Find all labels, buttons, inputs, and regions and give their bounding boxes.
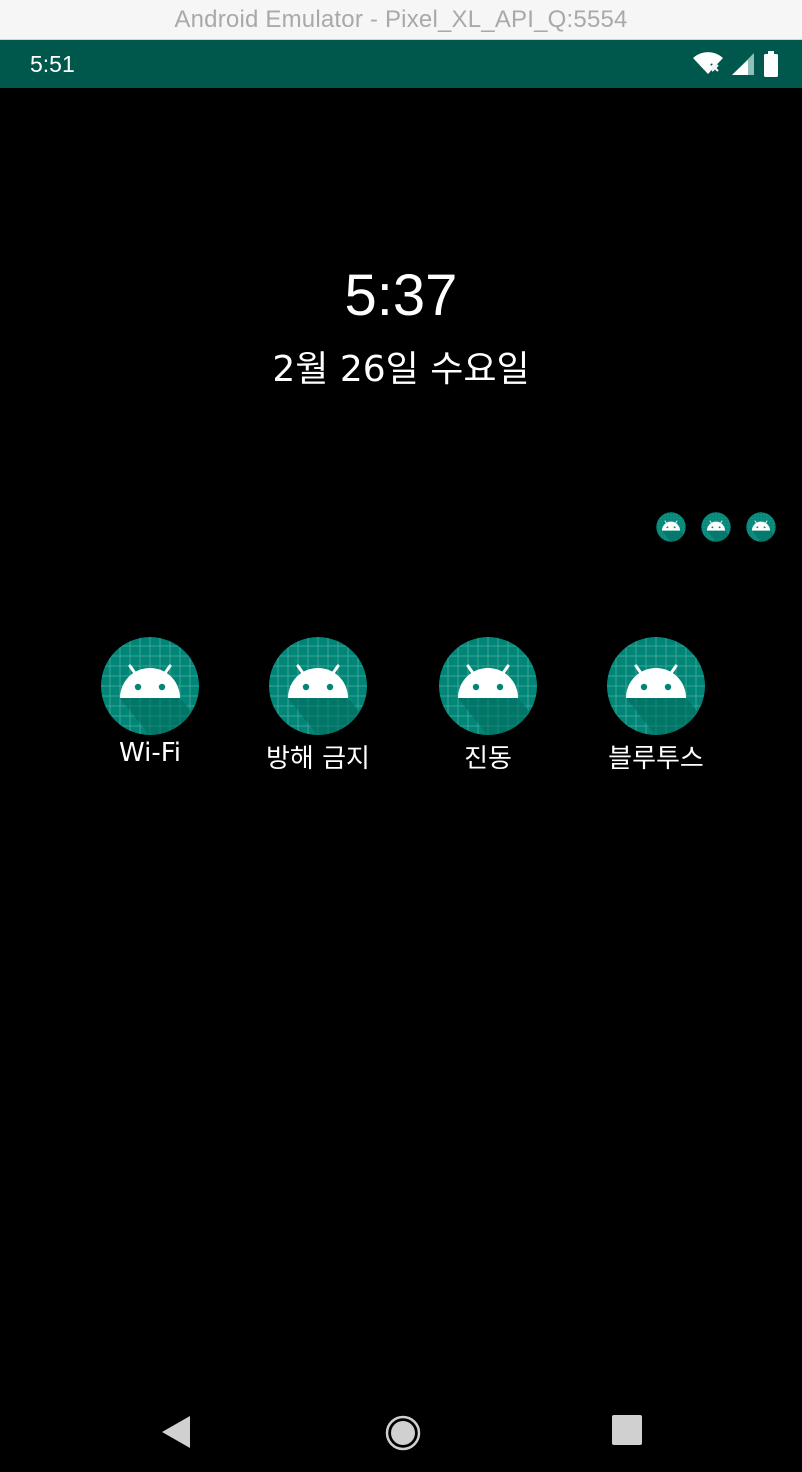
shortcut-do-not-disturb[interactable]: 방해 금지 [238, 636, 398, 775]
android-app-icon [656, 512, 686, 542]
android-app-icon[interactable] [606, 636, 706, 736]
navigation-bar [0, 1390, 802, 1472]
shortcut-label: 블루투스 [608, 744, 704, 774]
status-icons [692, 50, 780, 78]
android-app-icon [746, 512, 776, 542]
window-title: Android Emulator - Pixel_XL_API_Q:5554 [174, 5, 628, 33]
home-icon[interactable] [384, 1414, 422, 1452]
window-title-bar: Android Emulator - Pixel_XL_API_Q:5554 [0, 0, 802, 40]
android-app-icon [701, 512, 731, 542]
shortcut-label: Wi-Fi [118, 738, 182, 768]
android-app-icon[interactable] [100, 636, 200, 736]
status-time: 5:51 [30, 51, 75, 77]
notification-icons [656, 512, 776, 542]
cellular-signal-icon [732, 53, 754, 75]
recents-icon[interactable] [611, 1414, 643, 1446]
shortcut-bluetooth[interactable]: 블루투스 [576, 636, 736, 775]
back-icon[interactable] [160, 1414, 194, 1450]
shortcut-wifi[interactable]: Wi-Fi [70, 636, 230, 768]
shortcut-label: 방해 금지 [266, 744, 370, 774]
android-app-icon[interactable] [438, 636, 538, 736]
android-app-icon[interactable] [268, 636, 368, 736]
wifi-icon [693, 52, 723, 74]
lock-screen-clock: 5:37 [344, 263, 458, 328]
shortcut-label: 진동 [464, 744, 512, 774]
status-bar[interactable]: 5:51 [0, 40, 802, 88]
shortcut-row: Wi-Fi 방해 금지 진동 블루투스 [0, 636, 802, 776]
battery-icon [764, 51, 778, 77]
shortcut-vibrate[interactable]: 진동 [408, 636, 568, 775]
lock-screen-date: 2월 26일 수요일 [272, 349, 530, 390]
